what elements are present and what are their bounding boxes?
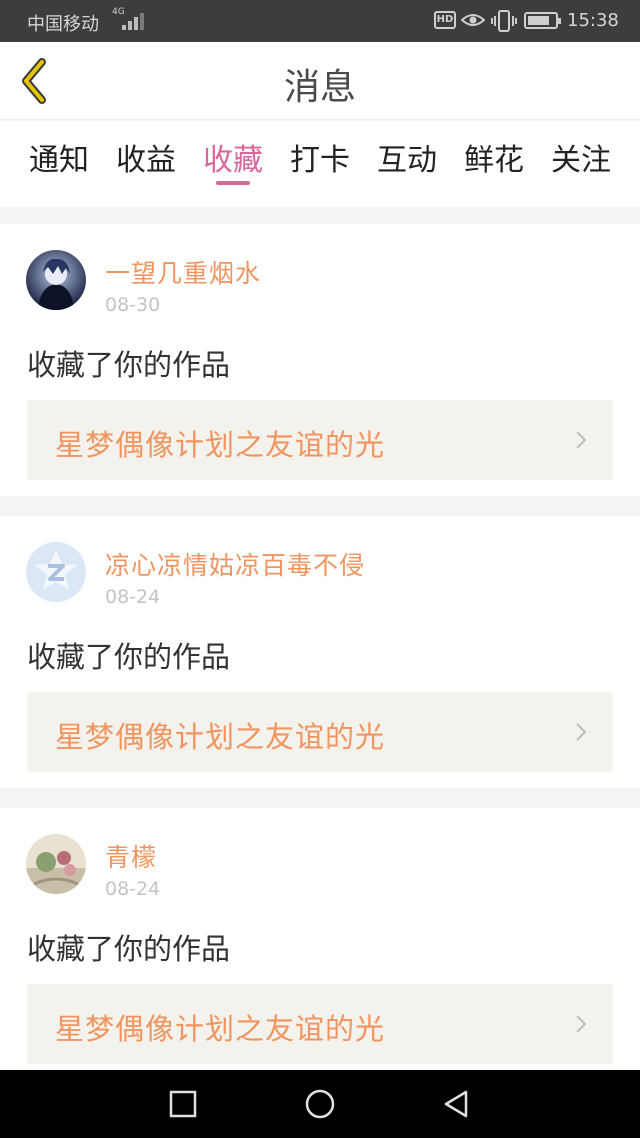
user-avatar[interactable] <box>26 250 86 310</box>
system-nav-bar <box>0 1070 640 1138</box>
work-link[interactable]: 星梦偶像计划之友谊的光 <box>27 984 613 1064</box>
username[interactable]: 青檬 <box>105 838 157 874</box>
tab-bar: 通知 收益 收藏 打卡 互动 鲜花 关注 <box>0 121 640 207</box>
message-date: 08-24 <box>105 586 161 608</box>
tab-favorites[interactable]: 收藏 <box>198 135 268 179</box>
carrier-name: 中国移动 <box>27 14 99 35</box>
active-tab-indicator <box>216 181 250 185</box>
tab-interactions[interactable]: 互动 <box>372 135 442 179</box>
message-date: 08-30 <box>105 294 161 316</box>
page-title: 消息 <box>283 67 356 108</box>
work-title: 星梦偶像计划之友谊的光 <box>55 428 386 462</box>
tab-earnings[interactable]: 收益 <box>111 135 181 179</box>
message-text: 收藏了你的作品 <box>27 348 231 382</box>
work-link[interactable]: 星梦偶像计划之友谊的光 <box>27 400 613 480</box>
username[interactable]: 凉心凉情姑凉百毒不侵 <box>105 546 365 582</box>
back-triangle-icon[interactable] <box>440 1088 472 1120</box>
eye-icon <box>461 14 485 26</box>
vibrate-icon <box>491 10 517 32</box>
status-bar: 中国移动 4G HD 15:38 <box>0 0 640 42</box>
user-avatar[interactable] <box>26 834 86 894</box>
message-date: 08-24 <box>105 878 161 900</box>
battery-icon <box>524 12 561 29</box>
tab-following[interactable]: 关注 <box>546 135 616 179</box>
tab-notifications[interactable]: 通知 <box>24 135 94 179</box>
hd-icon: HD <box>434 11 456 29</box>
recent-apps-square-icon[interactable] <box>167 1088 199 1120</box>
work-link[interactable]: 星梦偶像计划之友谊的光 <box>27 692 613 772</box>
signal-icon <box>116 12 146 30</box>
chevron-right-icon <box>576 431 587 449</box>
message-card: 青檬 08-24 收藏了你的作品 星梦偶像计划之友谊的光 <box>0 808 640 1080</box>
message-card: 一望几重烟水 08-30 收藏了你的作品 星梦偶像计划之友谊的光 <box>0 224 640 496</box>
chevron-right-icon <box>576 1015 587 1033</box>
work-title: 星梦偶像计划之友谊的光 <box>55 1012 386 1046</box>
username[interactable]: 一望几重烟水 <box>105 254 261 290</box>
work-title: 星梦偶像计划之友谊的光 <box>55 720 386 754</box>
user-avatar[interactable] <box>26 542 86 602</box>
chevron-right-icon <box>576 723 587 741</box>
app-header: 消息 <box>0 42 640 120</box>
message-text: 收藏了你的作品 <box>27 932 231 966</box>
tab-checkin[interactable]: 打卡 <box>285 135 355 179</box>
tab-flowers[interactable]: 鲜花 <box>459 135 529 179</box>
home-circle-icon[interactable] <box>304 1088 336 1120</box>
message-card: 凉心凉情姑凉百毒不侵 08-24 收藏了你的作品 星梦偶像计划之友谊的光 <box>0 516 640 788</box>
clock: 15:38 <box>567 10 619 31</box>
message-text: 收藏了你的作品 <box>27 640 231 674</box>
